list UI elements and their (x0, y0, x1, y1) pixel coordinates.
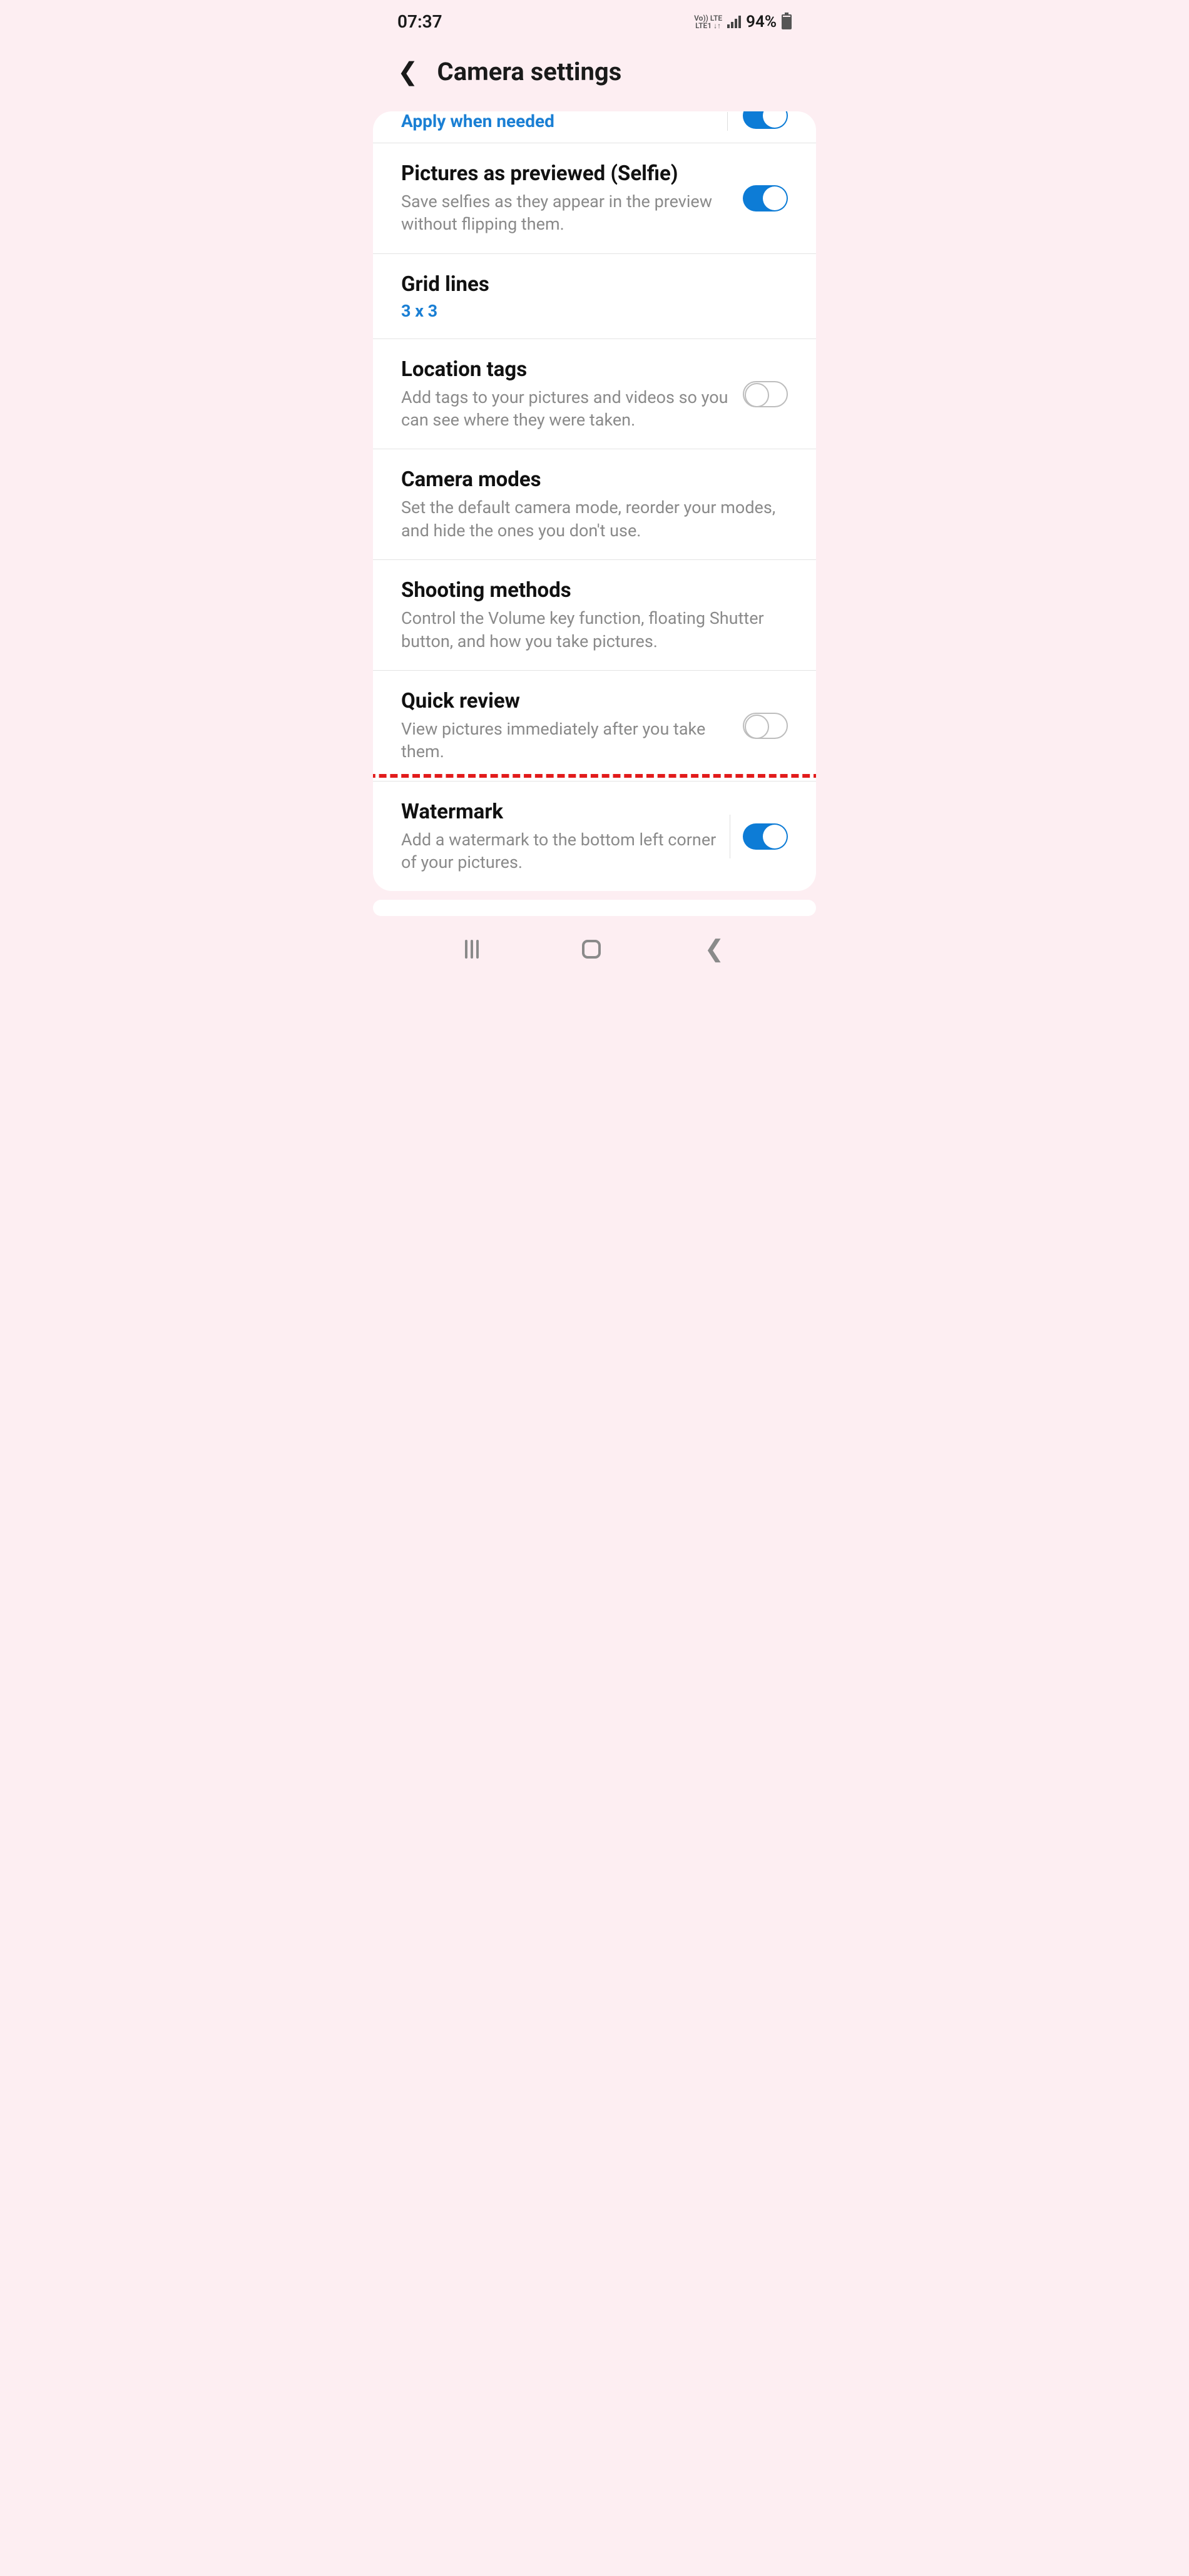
quick-title: Quick review (401, 688, 730, 715)
row-shooting-methods[interactable]: Shooting methods Control the Volume key … (373, 560, 816, 671)
modes-title: Camera modes (401, 467, 788, 494)
status-time: 07:37 (397, 11, 442, 32)
row-apply-when-needed[interactable]: Apply when needed (373, 111, 816, 143)
battery-percent: 94% (746, 13, 777, 31)
next-card-peek (373, 900, 816, 916)
selfie-title: Pictures as previewed (Selfie) (401, 161, 730, 188)
location-title: Location tags (401, 357, 730, 384)
watermark-title: Watermark (401, 799, 717, 826)
apply-when-needed-toggle[interactable] (743, 111, 788, 129)
shooting-sub: Control the Volume key function, floatin… (401, 607, 788, 653)
network-indicator: Vo)) LTE LTE1 ↓↑ (694, 14, 722, 29)
shooting-title: Shooting methods (401, 578, 788, 604)
nav-recents-button[interactable] (465, 940, 479, 959)
row-watermark[interactable]: Watermark Add a watermark to the bottom … (373, 781, 816, 892)
divider (727, 112, 728, 131)
battery-icon (782, 14, 792, 29)
row-quick-review[interactable]: Quick review View pictures immediately a… (373, 671, 816, 781)
location-toggle[interactable] (743, 381, 788, 407)
status-right: Vo)) LTE LTE1 ↓↑ 94% (694, 13, 792, 31)
watermark-toggle[interactable] (743, 823, 788, 850)
page-header: ❮ Camera settings (369, 38, 820, 111)
quick-review-toggle[interactable] (743, 713, 788, 739)
row-pictures-as-previewed[interactable]: Pictures as previewed (Selfie) Save self… (373, 143, 816, 254)
row-location-tags[interactable]: Location tags Add tags to your pictures … (373, 339, 816, 450)
grid-title: Grid lines (401, 272, 788, 298)
location-sub: Add tags to your pictures and videos so … (401, 386, 730, 432)
nav-home-button[interactable] (582, 940, 601, 959)
watermark-sub: Add a watermark to the bottom left corne… (401, 828, 717, 874)
selfie-toggle[interactable] (743, 185, 788, 211)
grid-value: 3 x 3 (401, 301, 788, 321)
page-title: Camera settings (437, 57, 622, 86)
row-camera-modes[interactable]: Camera modes Set the default camera mode… (373, 449, 816, 560)
settings-card: Apply when needed Pictures as previewed … (373, 111, 816, 891)
signal-icon (727, 16, 741, 28)
status-bar: 07:37 Vo)) LTE LTE1 ↓↑ 94% (369, 0, 820, 38)
back-button[interactable]: ❮ (397, 57, 419, 86)
nav-back-button[interactable]: ❮ (704, 935, 724, 963)
apply-when-needed-label: Apply when needed (401, 111, 554, 131)
selfie-sub: Save selfies as they appear in the previ… (401, 190, 730, 236)
system-nav-bar: ❮ (369, 916, 820, 982)
quick-sub: View pictures immediately after you take… (401, 718, 730, 763)
modes-sub: Set the default camera mode, reorder you… (401, 496, 788, 542)
row-grid-lines[interactable]: Grid lines 3 x 3 (373, 254, 816, 339)
